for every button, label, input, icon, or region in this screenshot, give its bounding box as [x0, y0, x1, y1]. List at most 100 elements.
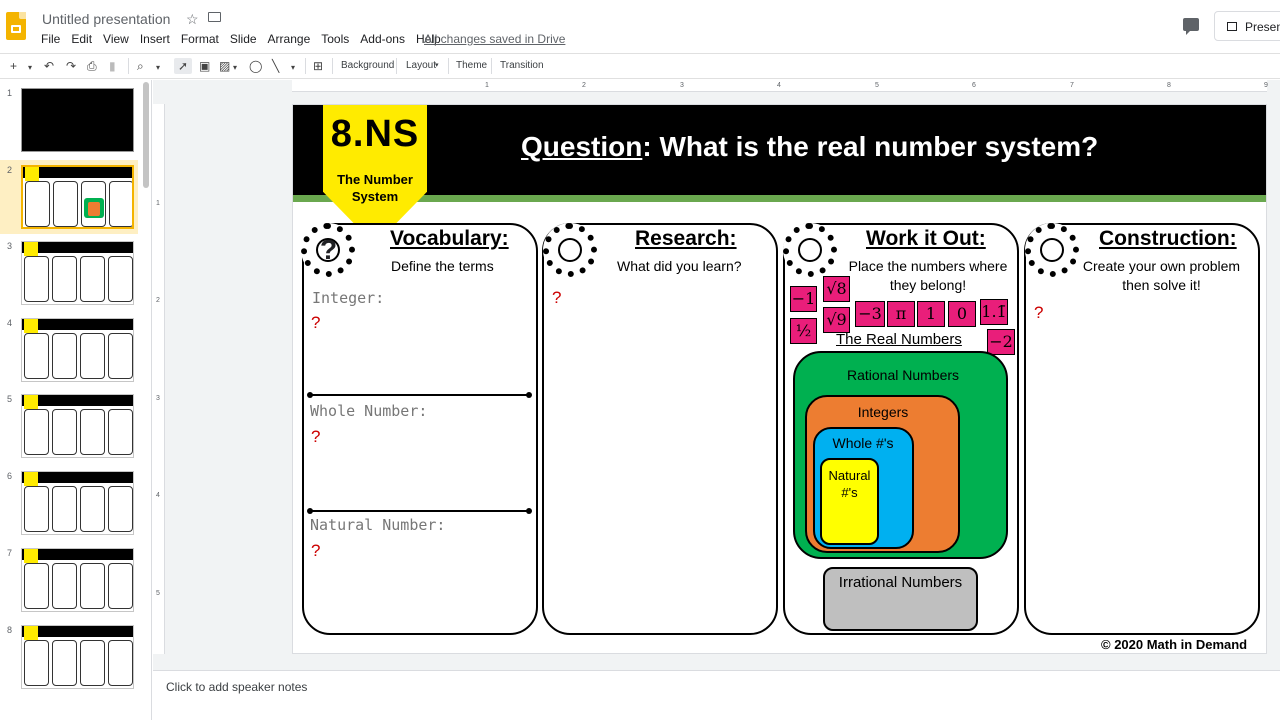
layout-button[interactable]: Layout — [406, 60, 436, 71]
slide-number: 6 — [7, 471, 13, 481]
number-chip[interactable]: 1 — [917, 301, 945, 327]
integers-label: Integers — [857, 404, 909, 420]
pencil-gear-icon — [783, 223, 837, 277]
menu-format[interactable]: Format — [181, 32, 219, 46]
number-chip[interactable]: √8 — [823, 276, 850, 302]
slide-thumbnail-8[interactable] — [21, 625, 134, 689]
slides-logo-icon[interactable] — [6, 12, 26, 40]
vertical-ruler[interactable]: 1 2 3 4 5 — [153, 104, 165, 654]
filmstrip-scrollbar[interactable] — [143, 82, 149, 188]
image-icon[interactable]: ▨ — [219, 58, 230, 74]
menu-insert[interactable]: Insert — [140, 32, 170, 46]
transition-button[interactable]: Transition — [500, 60, 544, 71]
work-it-out-title: Work it Out: — [866, 227, 986, 250]
number-chip[interactable]: −2 — [987, 329, 1015, 355]
slide-thumbnail-3[interactable] — [21, 241, 134, 305]
zoom-chevron-icon[interactable]: ▾ — [156, 60, 160, 76]
horizontal-ruler[interactable]: 1 2 3 4 5 6 7 8 9 — [292, 80, 1268, 92]
number-chip[interactable]: π — [887, 301, 915, 327]
toolbar-divider — [491, 58, 492, 74]
image-chevron-icon[interactable]: ▾ — [233, 60, 237, 76]
menu-view[interactable]: View — [103, 32, 129, 46]
rational-label: Rational Numbers — [846, 367, 960, 383]
paint-format-icon[interactable]: ▮ — [109, 58, 116, 74]
construction-title: Construction: — [1099, 227, 1237, 250]
natural-label: Natural #'s — [828, 468, 871, 500]
research-card[interactable] — [542, 223, 778, 635]
placeholder-mark: ? — [311, 427, 321, 446]
present-button[interactable]: Presen — [1214, 11, 1280, 41]
book-gear-icon — [543, 223, 597, 277]
slide-thumbnail-4[interactable] — [21, 318, 134, 382]
menu-tools[interactable]: Tools — [321, 32, 349, 46]
number-chip[interactable]: 1.1̄ — [980, 299, 1008, 325]
menu-slide[interactable]: Slide — [230, 32, 257, 46]
number-chip[interactable]: √9 — [823, 307, 850, 333]
shape-icon[interactable]: ◯ — [249, 58, 262, 74]
ruler-tick: 6 — [972, 82, 976, 89]
slide-number: 1 — [7, 88, 13, 98]
undo-icon[interactable]: ↶ — [44, 58, 54, 74]
layout-chevron-icon[interactable]: ▾ — [435, 61, 439, 69]
ruler-tick: 1 — [156, 200, 160, 207]
present-label: Presen — [1245, 20, 1280, 34]
question-gear-icon: ? — [301, 223, 355, 277]
speaker-notes-placeholder[interactable]: Click to add speaker notes — [166, 680, 307, 694]
number-chip[interactable]: −3 — [855, 301, 885, 327]
slide-thumbnail-6[interactable] — [21, 471, 134, 535]
speaker-notes-panel[interactable] — [153, 670, 1280, 720]
toolbar-divider — [448, 58, 449, 74]
ruler-tick: 2 — [156, 297, 160, 304]
real-numbers-label: The Real Numbers — [836, 331, 962, 348]
slide-question-title[interactable]: Question: What is the real number system… — [521, 131, 1098, 163]
slide-canvas[interactable]: 8.NS The Number System Question: What is… — [292, 104, 1267, 654]
ruler-tick: 9 — [1264, 82, 1268, 89]
number-chip[interactable]: 0 — [948, 301, 976, 327]
move-folder-icon[interactable] — [208, 12, 221, 22]
slide-thumbnail-7[interactable] — [21, 548, 134, 612]
new-slide-chevron-icon[interactable]: ▾ — [28, 60, 32, 76]
ruler-tick: 2 — [582, 82, 586, 89]
plus-icon[interactable]: + — [10, 58, 17, 74]
slide-thumbnail-1[interactable] — [21, 88, 134, 152]
redo-icon[interactable]: ↷ — [66, 58, 76, 74]
document-title[interactable]: Untitled presentation — [42, 11, 170, 27]
line-icon[interactable]: ╲ — [272, 58, 279, 74]
line-chevron-icon[interactable]: ▾ — [291, 60, 295, 76]
divider-line — [307, 508, 532, 514]
comment-icon[interactable] — [1183, 18, 1199, 35]
tools-gear-icon — [1025, 223, 1079, 277]
placeholder-mark: ? — [1034, 303, 1044, 322]
vocab-term-whole-number: Whole Number: — [310, 402, 428, 420]
textbox-icon[interactable]: ▣ — [199, 58, 210, 74]
toolbar-divider — [128, 58, 129, 74]
present-icon — [1227, 22, 1237, 31]
slide-thumbnail-5[interactable] — [21, 394, 134, 458]
number-chip[interactable]: −1 — [790, 286, 817, 312]
toolbar-divider — [396, 58, 397, 74]
menu-addons[interactable]: Add-ons — [360, 32, 405, 46]
research-subtitle: What did you learn? — [617, 258, 742, 274]
vocabulary-card[interactable] — [302, 223, 538, 635]
ruler-tick: 5 — [156, 590, 160, 597]
print-icon[interactable]: ⎙ — [87, 58, 97, 74]
ruler-tick: 1 — [485, 82, 489, 89]
menu-file[interactable]: File — [41, 32, 60, 46]
theme-button[interactable]: Theme — [456, 60, 487, 71]
select-icon[interactable]: ➚ — [174, 58, 193, 74]
zoom-icon[interactable]: ⌕ — [137, 58, 144, 74]
vocabulary-title: Vocabulary: — [390, 227, 509, 250]
number-chip[interactable]: ½ — [790, 318, 817, 344]
ruler-tick: 3 — [680, 82, 684, 89]
save-status[interactable]: All changes saved in Drive — [424, 32, 565, 46]
menu-edit[interactable]: Edit — [71, 32, 92, 46]
research-title: Research: — [635, 227, 737, 250]
add-comment-icon[interactable]: ⊞ — [313, 58, 323, 74]
copyright-text: © 2020 Math in Demand — [1101, 637, 1248, 652]
divider-line — [307, 392, 532, 398]
menu-arrange[interactable]: Arrange — [268, 32, 311, 46]
background-button[interactable]: Background — [341, 60, 394, 71]
slide-thumbnail-2[interactable] — [21, 165, 134, 229]
star-icon[interactable]: ☆ — [186, 11, 199, 28]
ruler-tick: 7 — [1070, 82, 1074, 89]
